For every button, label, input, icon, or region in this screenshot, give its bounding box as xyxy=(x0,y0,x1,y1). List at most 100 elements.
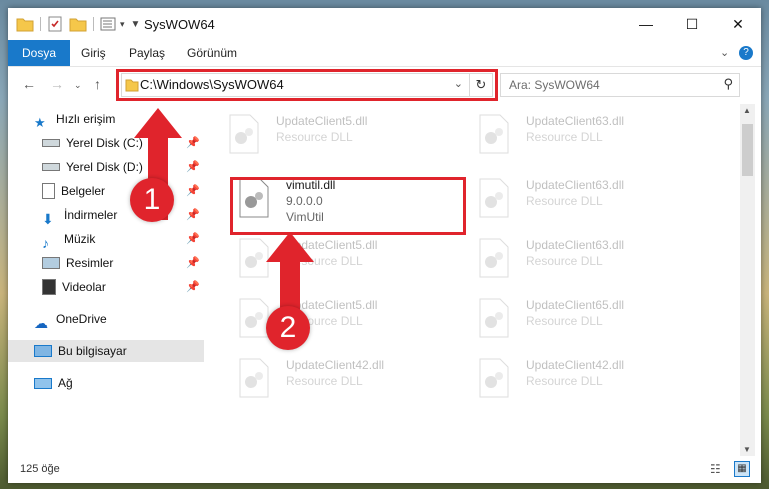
search-box[interactable]: Ara: SysWOW64 ⚲ xyxy=(500,73,740,97)
separator xyxy=(40,17,41,31)
star-icon: ★ xyxy=(34,115,46,130)
file-tile[interactable]: UpdateClient63.dll Resource DLL xyxy=(470,232,710,292)
search-placeholder: Ara: SysWOW64 xyxy=(509,78,600,92)
nav-network-label: Ağ xyxy=(58,376,73,390)
dll-file-icon xyxy=(479,298,509,338)
documents-icon xyxy=(42,183,55,199)
status-bar: 125 öğe ☷ ▦ xyxy=(8,458,761,483)
nav-item-music[interactable]: ♪ Müzik 📌 xyxy=(42,228,202,251)
scroll-down-icon[interactable]: ▼ xyxy=(743,445,751,454)
vertical-scrollbar[interactable]: ▲ ▼ xyxy=(740,104,755,456)
minimize-button[interactable]: — xyxy=(623,8,669,40)
help-icon[interactable]: ? xyxy=(739,46,753,60)
file-tile[interactable]: UpdateClient65.dll Resource DLL xyxy=(470,292,710,352)
forward-arrow-icon[interactable]: → xyxy=(50,76,64,92)
back-arrow-icon[interactable]: ← xyxy=(22,76,36,92)
nav-onedrive[interactable]: ☁ OneDrive xyxy=(34,308,107,331)
file-name: UpdateClient5.dll xyxy=(276,114,368,128)
drive-icon xyxy=(42,163,60,171)
chevron-down-icon[interactable]: ▾ xyxy=(120,19,125,30)
view-options-icon[interactable] xyxy=(100,16,118,32)
address-highlight-box xyxy=(116,69,498,101)
explorer-window: ▾ ▼ SysWOW64 — ☐ ✕ Dosya Giriş Paylaş Gö… xyxy=(8,8,761,483)
file-name: UpdateClient63.dll xyxy=(526,238,625,252)
file-tile[interactable]: UpdateClient63.dll Resource DLL xyxy=(470,108,710,168)
dll-file-icon xyxy=(479,178,509,218)
file-tile[interactable]: UpdateClient42.dll Resource DLL xyxy=(230,352,470,412)
nav-item-label: Belgeler xyxy=(61,184,106,198)
nav-this-pc[interactable]: Bu bilgisayar xyxy=(8,340,204,362)
step-badge-2: 2 xyxy=(266,306,310,350)
nav-network[interactable]: Ağ xyxy=(34,372,73,394)
file-tile[interactable]: UpdateClient63.dll Resource DLL xyxy=(470,172,710,232)
tab-view[interactable]: Görünüm xyxy=(174,40,250,66)
details-view-icon[interactable]: ☷ xyxy=(710,462,721,476)
scroll-up-icon[interactable]: ▲ xyxy=(743,106,751,115)
pin-icon: 📌 xyxy=(186,233,200,245)
pin-icon: 📌 xyxy=(186,161,200,173)
pin-icon: 📌 xyxy=(186,209,200,221)
title-bar: ▾ ▼ SysWOW64 — ☐ ✕ xyxy=(8,8,761,40)
dll-file-icon xyxy=(479,358,509,398)
pin-icon: 📌 xyxy=(186,257,200,269)
recent-locations-chevron-icon[interactable]: ⌄ xyxy=(74,80,82,91)
nav-quick-access[interactable]: ★ Hızlı erişim xyxy=(34,108,115,130)
dll-file-icon xyxy=(479,238,509,278)
file-name: UpdateClient42.dll xyxy=(286,358,385,372)
file-description: Resource DLL xyxy=(526,130,603,144)
nav-item-pictures[interactable]: Resimler 📌 xyxy=(42,252,202,274)
folder-icon xyxy=(16,18,34,32)
step-badge-1: 1 xyxy=(130,178,174,222)
chevron-down-icon[interactable]: ⌄ xyxy=(720,46,729,59)
new-folder-icon[interactable] xyxy=(69,16,87,32)
file-tile[interactable]: UpdateClient5.dll Resource DLL xyxy=(220,108,460,168)
navigation-bar: ← → ⌄ ↑ C:\Windows\SysWOW64 ⌄ ↻ Ara: Sys… xyxy=(8,67,761,103)
dll-file-icon xyxy=(239,358,269,398)
file-description: Resource DLL xyxy=(286,374,363,388)
maximize-button[interactable]: ☐ xyxy=(669,8,715,40)
customize-toolbar-icon[interactable]: ▼ xyxy=(131,19,141,30)
scrollbar-thumb[interactable] xyxy=(742,124,753,176)
close-button[interactable]: ✕ xyxy=(715,8,761,40)
nav-item-label: Müzik xyxy=(64,232,96,246)
file-name: UpdateClient65.dll xyxy=(526,298,625,312)
file-name: UpdateClient63.dll xyxy=(526,178,625,192)
download-arrow-icon: ⬇ xyxy=(42,211,54,227)
large-icons-view-icon[interactable]: ▦ xyxy=(734,461,750,477)
file-description: Resource DLL xyxy=(526,194,603,208)
file-highlight-box xyxy=(230,177,466,235)
drive-icon xyxy=(42,139,60,147)
up-arrow-icon[interactable]: ↑ xyxy=(94,76,101,92)
window-title: SysWOW64 xyxy=(144,17,215,32)
pictures-icon xyxy=(42,257,60,269)
tab-home[interactable]: Giriş xyxy=(68,40,119,66)
nav-this-pc-label: Bu bilgisayar xyxy=(58,344,127,358)
properties-icon[interactable] xyxy=(47,16,63,32)
item-count: 125 öğe xyxy=(20,463,60,475)
pin-icon: 📌 xyxy=(186,137,200,149)
search-icon: ⚲ xyxy=(723,76,733,91)
dll-file-icon xyxy=(479,114,509,154)
nav-item-videos[interactable]: Videolar 📌 xyxy=(42,276,202,298)
file-description: Resource DLL xyxy=(526,374,603,388)
file-description: Resource DLL xyxy=(526,314,603,328)
tab-file[interactable]: Dosya xyxy=(8,40,71,66)
separator xyxy=(93,17,94,31)
file-name: UpdateClient42.dll xyxy=(526,358,625,372)
pin-icon: 📌 xyxy=(186,185,200,197)
nav-item-label: Resimler xyxy=(66,256,114,270)
dll-file-icon xyxy=(229,114,259,154)
nav-item-label: Videolar xyxy=(62,280,106,294)
quick-access-toolbar: ▾ ▼ xyxy=(16,16,140,32)
nav-quick-access-label: Hızlı erişim xyxy=(56,112,116,126)
film-icon xyxy=(42,279,56,295)
nav-onedrive-label: OneDrive xyxy=(56,312,107,326)
computer-icon xyxy=(34,345,52,357)
file-tile[interactable]: UpdateClient42.dll Resource DLL xyxy=(470,352,710,412)
music-note-icon: ♪ xyxy=(42,235,49,251)
nav-item-label: İndirmeler xyxy=(64,208,118,222)
file-description: Resource DLL xyxy=(276,130,353,144)
cloud-icon: ☁ xyxy=(34,315,48,331)
tab-share[interactable]: Paylaş xyxy=(116,40,178,66)
ribbon-tabs: Dosya Giriş Paylaş Görünüm ⌄ ? xyxy=(8,40,761,67)
